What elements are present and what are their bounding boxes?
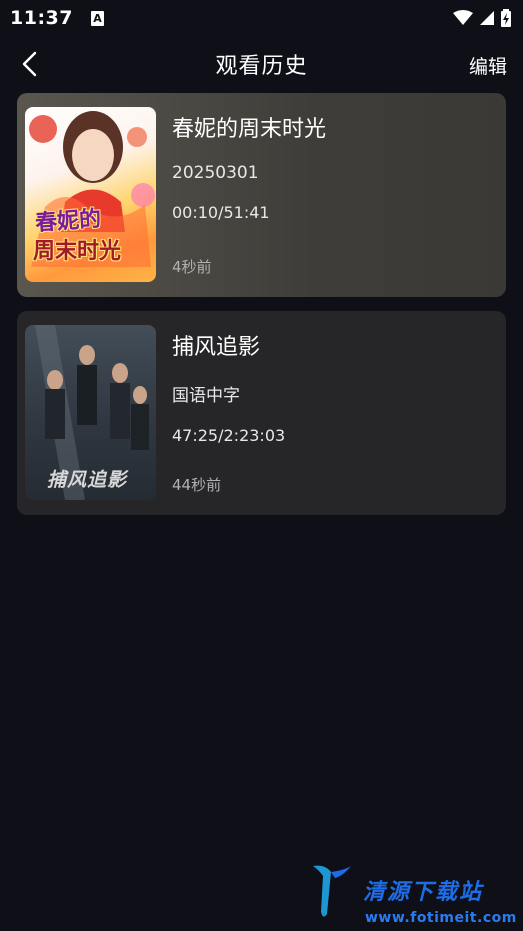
chevron-left-icon[interactable] <box>18 50 42 78</box>
battery-charging-icon <box>501 9 511 27</box>
progress-label: 00:10/51:41 <box>172 203 270 222</box>
poster-title: 捕风追影 <box>47 469 128 491</box>
time-ago-label: 44秒前 <box>172 476 222 494</box>
page-title: 观看历史 <box>215 54 308 79</box>
edit-button[interactable]: 编辑 <box>469 52 507 79</box>
poster-thumbnail: 捕风追影 <box>25 325 156 500</box>
time-ago-label: 4秒前 <box>172 258 212 276</box>
poster-thumbnail: 春妮的 周末时光 <box>25 107 156 282</box>
history-item[interactable]: 捕风追影 捕风追影 国语中字 47:25/2:23:03 44秒前 <box>17 311 506 515</box>
show-title: 捕风追影 <box>172 335 261 360</box>
episode-label: 国语中字 <box>172 386 240 406</box>
poster-title-line2: 周末时光 <box>33 239 122 264</box>
status-time: 11:37 <box>10 7 73 29</box>
app-bar: 观看历史 编辑 <box>0 36 523 92</box>
watermark-logo-icon <box>313 865 351 917</box>
watermark: 清源下载站 www.fotimeit.com <box>305 862 516 928</box>
progress-label: 47:25/2:23:03 <box>172 426 286 445</box>
show-title: 春妮的周末时光 <box>172 117 327 142</box>
wifi-icon <box>453 10 473 25</box>
a-notification-icon: A <box>90 10 104 26</box>
status-bar: 11:37 A <box>0 0 523 36</box>
watermark-text: 清源下载站 <box>363 880 484 905</box>
episode-label: 20250301 <box>172 163 259 183</box>
history-item[interactable]: 春妮的 周末时光 春妮的周末时光 20250301 00:10/51:41 4秒… <box>17 93 506 297</box>
poster-title-line1: 春妮的 <box>34 206 102 237</box>
watermark-url: www.fotimeit.com <box>365 910 517 926</box>
signal-icon <box>480 11 494 25</box>
